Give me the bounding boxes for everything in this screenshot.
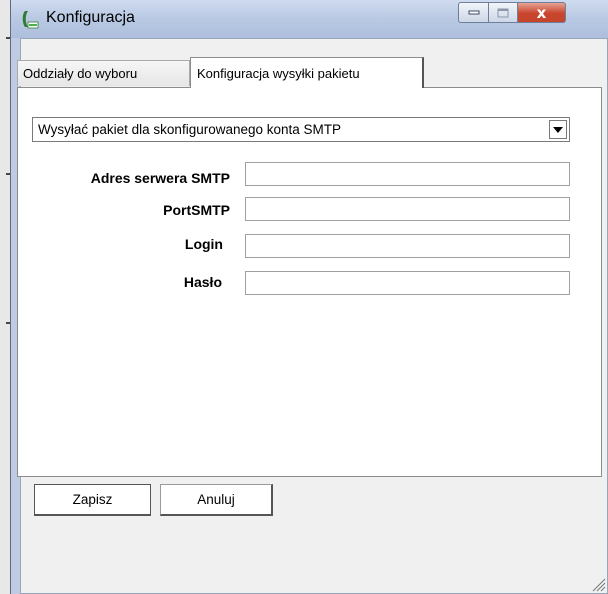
smtp-server-input[interactable] bbox=[245, 162, 570, 186]
minimize-icon bbox=[468, 10, 479, 14]
password-input[interactable] bbox=[245, 271, 570, 295]
resize-grip-icon[interactable] bbox=[590, 576, 606, 592]
smtp-mode-selected: Wysyłać pakiet dla skonfigurowanego kont… bbox=[38, 122, 342, 137]
close-button[interactable]: x bbox=[518, 2, 566, 23]
server-label: Adres serwera SMTP bbox=[90, 170, 230, 186]
maximize-icon bbox=[497, 8, 509, 17]
smtp-mode-dropdown[interactable]: Wysyłać pakiet dla skonfigurowanego kont… bbox=[32, 117, 570, 142]
login-input[interactable] bbox=[245, 234, 570, 258]
dropdown-button[interactable] bbox=[549, 120, 567, 139]
password-label: Hasło bbox=[183, 274, 222, 290]
tab-label: Konfiguracja wysyłki pakietu bbox=[197, 65, 360, 81]
port-label: PortSMTP bbox=[163, 202, 230, 218]
tab-branches[interactable]: Oddziały do wyboru bbox=[17, 60, 190, 86]
tab-label: Oddziały do wyboru bbox=[23, 66, 138, 81]
smtp-port-input[interactable] bbox=[245, 197, 570, 221]
app-icon bbox=[22, 11, 39, 29]
login-label: Login bbox=[184, 236, 223, 252]
close-icon: x bbox=[536, 3, 547, 22]
chevron-down-icon bbox=[553, 126, 563, 133]
cancel-button-label: Anuluj bbox=[197, 492, 235, 507]
title-bar[interactable]: Konfiguracja x bbox=[11, 0, 608, 38]
cancel-button[interactable]: Anuluj bbox=[160, 484, 273, 516]
minimize-button[interactable] bbox=[458, 2, 488, 23]
background-window-edge bbox=[0, 0, 10, 594]
tab-package-sending-config[interactable]: Konfiguracja wysyłki pakietu bbox=[190, 57, 424, 88]
window-title: Konfiguracja bbox=[46, 9, 135, 26]
save-button[interactable]: Zapisz bbox=[34, 484, 151, 516]
screen: Konfiguracja x Oddziały do wyboru Konfig… bbox=[0, 0, 608, 594]
save-button-label: Zapisz bbox=[72, 492, 113, 507]
maximize-button[interactable] bbox=[488, 2, 518, 23]
